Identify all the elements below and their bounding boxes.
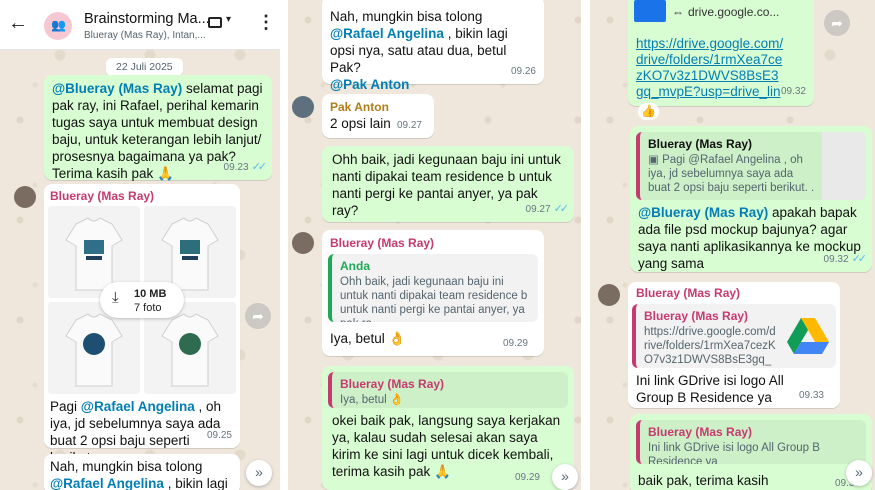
mention[interactable]: @Rafael Angelina [50, 476, 164, 490]
preview-title: Blueray (Mas Ray) [644, 309, 749, 323]
quoted-message[interactable]: Blueray (Mas Ray) ▣ Pagi @Rafael Angelin… [636, 132, 866, 200]
message-outgoing-reply[interactable]: Blueray (Mas Ray) Iya, betul 👌 okei baik… [322, 366, 574, 490]
download-count: 7 foto [134, 302, 162, 314]
scroll-down-icon[interactable]: » [246, 460, 272, 486]
download-pill[interactable]: ⤓ 10 MB 7 foto [100, 282, 184, 318]
message-time: 09.32 [780, 86, 806, 97]
group-icon: 👥 [51, 18, 66, 32]
download-icon: ⤓ [112, 289, 119, 306]
mention[interactable]: @Pak Anton [330, 77, 409, 92]
sender-name: Blueray (Mas Ray) [330, 236, 435, 250]
message-time: 09.27 ✓✓ [525, 203, 570, 215]
scroll-down-icon[interactable]: » [846, 460, 872, 486]
message-time: 09.25 [206, 430, 232, 441]
message-time: 09.27 [396, 120, 422, 131]
quote-sender: Blueray (Mas Ray) [648, 425, 753, 439]
sender-name: Blueray (Mas Ray) [636, 286, 741, 300]
mention[interactable]: @Blueray (Mas Ray) [638, 205, 768, 220]
message-time: 09.32 ✓✓ [823, 253, 868, 265]
quote-sender: Blueray (Mas Ray) [340, 377, 445, 391]
group-members: Blueray (Mas Ray), Intan,... [84, 30, 206, 41]
message-outgoing-reply[interactable]: Blueray (Mas Ray) ▣ Pagi @Rafael Angelin… [630, 126, 872, 272]
image-icon: ▣ [648, 154, 663, 166]
message-outgoing-reply[interactable]: Blueray (Mas Ray) Ini link GDrive isi lo… [630, 414, 872, 490]
message-time: 09.26 [510, 66, 536, 77]
message-incoming[interactable]: Nah, mungkin bisa tolong @Rafael Angelina… [44, 454, 240, 490]
message-incoming-link[interactable]: Blueray (Mas Ray) Blueray (Mas Ray) http… [628, 282, 840, 408]
chat-header: ← 👥 Brainstorming Ma... Blueray (Mas Ray… [0, 0, 280, 50]
quoted-message[interactable]: Anda Ohh baik, jadi kegunaan baju ini un… [328, 254, 538, 322]
read-tick-icon: ✓✓ [851, 253, 868, 265]
sender-name: Pak Anton [330, 100, 389, 114]
message-time: 09.23 ✓✓ [223, 161, 268, 173]
chat-panel-3: ⇔ drive.google.co... https://drive.googl… [590, 0, 875, 490]
message-incoming[interactable]: Nah, mungkin bisa tolong @Rafael Angelina… [322, 0, 544, 92]
message-outgoing-link[interactable]: ⇔ drive.google.co... https://drive.googl… [628, 0, 814, 120]
quote-text: ▣ Pagi @Rafael Angelina , oh iya, jd seb… [648, 154, 815, 200]
message-incoming-reply[interactable]: Blueray (Mas Ray) Anda Ohh baik, jadi ke… [322, 230, 544, 356]
google-drive-icon [787, 318, 829, 354]
message-time: 09.29 [502, 338, 528, 349]
preview-link: https://drive.google.com/drive/folders/1… [644, 326, 776, 366]
message-outgoing[interactable]: @Blueray (Mas Ray) selamat pagi pak ray,… [44, 75, 272, 181]
quote-thumbnail [822, 132, 866, 200]
link-preview[interactable]: Blueray (Mas Ray) https://drive.google.c… [632, 304, 836, 368]
message-text: Ini link GDrive isi logo All Group B Res… [636, 373, 784, 405]
quote-sender: Blueray (Mas Ray) [648, 137, 753, 151]
drive-preview-thumb [634, 0, 666, 22]
chat-panel-2: Nah, mungkin bisa tolong @Rafael Angelina… [288, 0, 581, 490]
message-time: 09.29 [514, 472, 540, 483]
mention[interactable]: @Blueray (Mas Ray) [52, 81, 182, 96]
link-domain: drive.google.co... [688, 5, 780, 19]
sender-avatar[interactable] [14, 186, 36, 208]
video-camera-icon[interactable] [208, 17, 222, 28]
sender-avatar[interactable] [292, 232, 314, 254]
quote-text: Ohh baik, jadi kegunaan baju ini untuk n… [340, 276, 528, 322]
scroll-down-icon[interactable]: » [552, 464, 578, 490]
quoted-message[interactable]: Blueray (Mas Ray) Ini link GDrive isi lo… [636, 420, 866, 464]
video-caret-icon[interactable]: ▾ [226, 14, 231, 25]
back-arrow-icon[interactable]: ← [8, 12, 28, 35]
forward-icon[interactable]: ➦ [824, 10, 850, 36]
message-incoming-photos[interactable]: Blueray (Mas Ray) ⤓ 10 MB 7 foto Pagi @R… [44, 184, 240, 465]
quote-text: Iya, betul 👌 [340, 394, 405, 406]
mention[interactable]: @Rafael Angelina [330, 26, 444, 41]
group-name[interactable]: Brainstorming Ma... [84, 11, 210, 27]
drive-link[interactable]: https://drive.google.com/drive/folders/1… [636, 36, 786, 102]
sender-name: Blueray (Mas Ray) [50, 189, 155, 203]
more-vert-icon[interactable]: ⋮ [257, 12, 275, 33]
read-tick-icon: ✓✓ [251, 161, 268, 173]
reaction-thumbs-up[interactable]: 👍 [638, 103, 659, 120]
message-text: 2 opsi lain [330, 116, 391, 131]
sender-avatar[interactable] [598, 284, 620, 306]
screenshot-collage: ← 👥 Brainstorming Ma... Blueray (Mas Ray… [0, 0, 875, 490]
message-incoming[interactable]: Pak Anton 2 opsi lain 09.27 [322, 94, 434, 138]
quoted-message[interactable]: Blueray (Mas Ray) Iya, betul 👌 [328, 372, 568, 408]
message-text: Iya, betul 👌 [330, 331, 406, 346]
message-outgoing[interactable]: Ohh baik, jadi kegunaan baju ini untuk n… [322, 146, 574, 222]
group-avatar[interactable]: 👥 [44, 12, 72, 40]
message-text: baik pak, terima kasih [638, 473, 769, 488]
read-tick-icon: ✓✓ [553, 203, 570, 215]
link-icon: ⇔ [672, 5, 684, 19]
quote-text: Ini link GDrive isi logo All Group B Res… [648, 442, 820, 464]
sender-avatar[interactable] [292, 96, 314, 118]
chat-panel-1: ← 👥 Brainstorming Ma... Blueray (Mas Ray… [0, 0, 280, 490]
forward-icon[interactable]: ➦ [245, 303, 271, 329]
date-chip: 22 Juli 2025 [106, 58, 183, 76]
mention[interactable]: @Rafael Angelina [81, 399, 195, 414]
message-time: 09.33 [798, 390, 824, 401]
quote-sender: Anda [340, 259, 370, 273]
